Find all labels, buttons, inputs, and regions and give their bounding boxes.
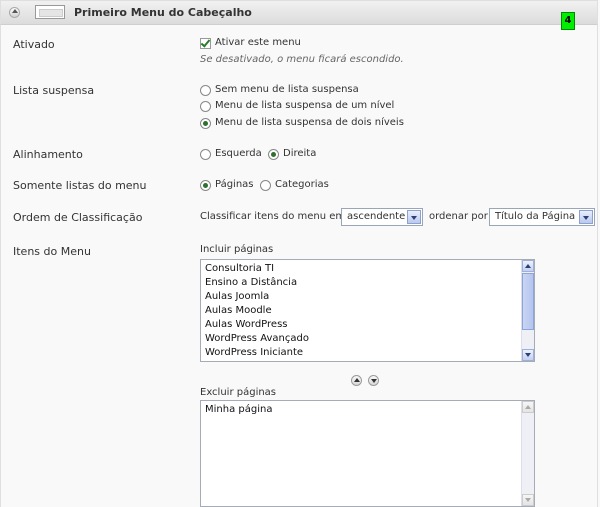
alinhamento-label: Alinhamento xyxy=(13,148,83,161)
list-item[interactable]: Aulas WordPress xyxy=(205,319,288,330)
list-item[interactable]: Aulas Moodle xyxy=(205,305,272,316)
include-scrollbar[interactable] xyxy=(521,260,534,361)
list-item[interactable]: WordPress Avançado xyxy=(205,333,309,344)
ativar-checkbox[interactable] xyxy=(200,38,211,49)
ativado-label: Ativado xyxy=(13,38,55,51)
settings-panel: Ativado Ativar este menu Se desativado, … xyxy=(0,25,598,507)
sort-direction-value: ascendente xyxy=(347,211,406,222)
move-down-icon[interactable] xyxy=(368,375,379,386)
menu-header: Primeiro Menu do Cabeçalho xyxy=(0,0,598,25)
radio-paginas[interactable] xyxy=(200,180,211,191)
include-pages-list[interactable]: Consultoria TI Ensino a Distância Aulas … xyxy=(200,259,535,362)
sort-direction-select[interactable]: ascendente xyxy=(341,208,423,226)
move-up-icon[interactable] xyxy=(351,375,362,386)
ordem-prefix: Classificar itens do menu em xyxy=(200,211,346,222)
sort-by-value: Título da Página xyxy=(495,211,576,222)
exclude-pages-label: Excluir páginas xyxy=(200,387,277,398)
chevron-down-icon[interactable] xyxy=(579,210,593,224)
list-item[interactable]: Aulas Joomla xyxy=(205,291,269,302)
scroll-up-icon[interactable] xyxy=(522,401,534,413)
ordem-middle: ordenar por xyxy=(429,211,488,222)
radio-categorias-label: Categorias xyxy=(275,179,329,190)
radio-categorias[interactable] xyxy=(260,180,271,191)
exclude-scrollbar[interactable] xyxy=(521,401,534,506)
scroll-up-icon[interactable] xyxy=(522,260,534,272)
radio-paginas-label: Páginas xyxy=(215,179,254,190)
radio-dois-niveis[interactable] xyxy=(200,118,211,129)
ordem-label: Ordem de Classificação xyxy=(13,211,143,224)
chevron-down-icon[interactable] xyxy=(407,210,421,224)
somente-label: Somente listas do menu xyxy=(13,179,147,192)
collapse-toggle-icon[interactable] xyxy=(9,7,20,18)
ativado-hint: Se desativado, o menu ficará escondido. xyxy=(200,54,404,65)
sort-by-select[interactable]: Título da Página xyxy=(489,208,595,226)
exclude-pages-list[interactable]: Minha página xyxy=(200,400,535,507)
number-badge: 4 xyxy=(561,12,575,30)
radio-esquerda-label: Esquerda xyxy=(215,148,262,159)
list-item[interactable]: Ensino a Distância xyxy=(205,277,297,288)
radio-sem-lista[interactable] xyxy=(200,85,211,96)
radio-um-nivel[interactable] xyxy=(200,101,211,112)
include-pages-label: Incluir páginas xyxy=(200,244,274,255)
menu-icon xyxy=(35,5,65,19)
menu-title: Primeiro Menu do Cabeçalho xyxy=(74,6,252,19)
radio-um-nivel-label: Menu de lista suspensa de um nível xyxy=(215,100,395,111)
radio-direita[interactable] xyxy=(268,149,279,160)
radio-dois-niveis-label: Menu de lista suspensa de dois níveis xyxy=(215,117,404,128)
scroll-down-icon[interactable] xyxy=(522,494,534,506)
radio-sem-lista-label: Sem menu de lista suspensa xyxy=(215,84,359,95)
radio-direita-label: Direita xyxy=(283,148,317,159)
itens-label: Itens do Menu xyxy=(13,245,91,258)
scroll-down-icon[interactable] xyxy=(522,349,534,361)
ativar-checkbox-label: Ativar este menu xyxy=(215,37,301,48)
list-item[interactable]: WordPress Iniciante xyxy=(205,347,303,358)
list-item[interactable]: Minha página xyxy=(205,404,272,415)
scroll-thumb[interactable] xyxy=(522,273,534,330)
radio-esquerda[interactable] xyxy=(200,149,211,160)
lista-suspensa-label: Lista suspensa xyxy=(13,84,95,97)
list-item[interactable]: Consultoria TI xyxy=(205,263,274,274)
